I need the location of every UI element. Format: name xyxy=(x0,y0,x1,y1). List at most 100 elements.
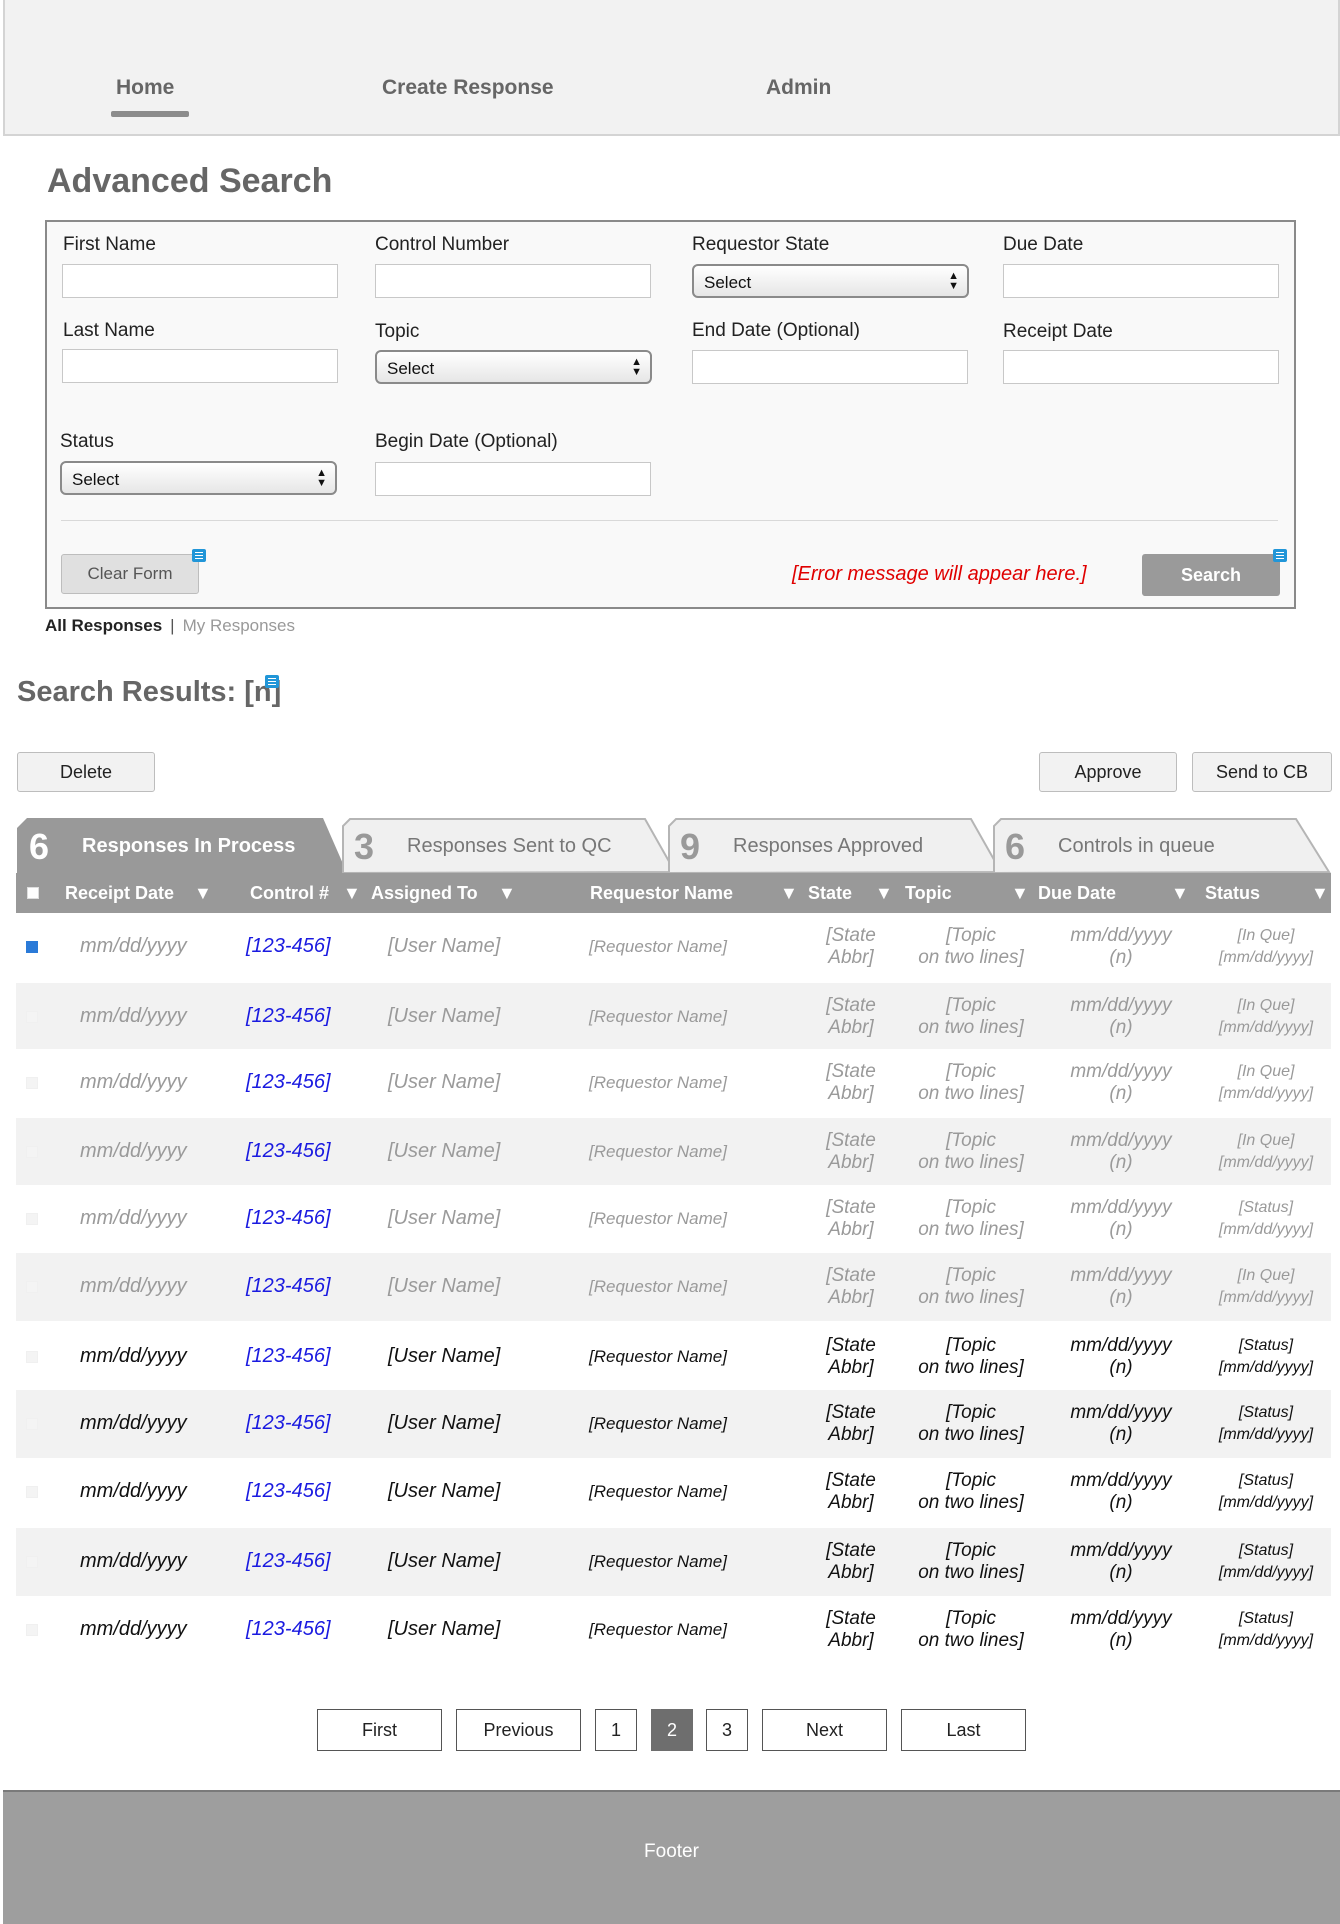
page-first-button[interactable]: First xyxy=(317,1709,442,1751)
table-row[interactable]: mm/dd/yyyy [123-456] [User Name] [Requestor… xyxy=(16,983,1331,1051)
end-date-input[interactable] xyxy=(692,350,968,384)
sort-down-icon[interactable]: ▼ xyxy=(1011,883,1029,904)
col-due-date[interactable]: Due Date xyxy=(1038,883,1116,904)
row-checkbox[interactable] xyxy=(26,1146,38,1158)
table-row[interactable]: mm/dd/yyyy [123-456] [User Name] [Requestor… xyxy=(16,1185,1331,1253)
sort-down-icon[interactable]: ▼ xyxy=(498,883,516,904)
control-number-link[interactable]: [123-456] xyxy=(246,1345,331,1368)
my-responses-link[interactable]: My Responses xyxy=(183,616,295,635)
due-date-line-1: mm/dd/yyyy xyxy=(1070,1265,1172,1286)
sort-down-icon[interactable]: ▼ xyxy=(875,883,893,904)
control-number-link[interactable]: [123-456] xyxy=(246,1480,331,1503)
col-label: Receipt Date xyxy=(65,883,175,903)
receipt-date-input[interactable] xyxy=(1003,350,1279,384)
nav-create-response[interactable]: Create Response xyxy=(382,76,554,100)
row-checkbox[interactable] xyxy=(26,1624,38,1636)
send-to-cb-button[interactable]: Send to CB xyxy=(1192,752,1332,792)
requestor-state-value: Select xyxy=(704,273,752,292)
page-3-button[interactable]: 3 xyxy=(706,1709,748,1751)
page-2-button[interactable]: 2 xyxy=(651,1709,693,1751)
due-date-line-1: mm/dd/yyyy xyxy=(1070,925,1172,946)
due-date-line-2: (n) xyxy=(1109,1152,1133,1173)
col-state[interactable]: State xyxy=(808,883,852,904)
table-row[interactable]: mm/dd/yyyy [123-456] [User Name] [Requestor… xyxy=(16,1118,1331,1186)
status-select[interactable]: Select ▲ ▼ xyxy=(60,461,337,495)
tab-responses-in-process[interactable]: 6 Responses In Process xyxy=(17,818,347,873)
sort-down-icon[interactable]: ▼ xyxy=(1171,883,1189,904)
control-number-link[interactable]: [123-456] xyxy=(246,1275,331,1298)
topic-line-2: on two lines] xyxy=(918,1562,1024,1583)
control-number-link[interactable]: [123-456] xyxy=(246,1412,331,1435)
control-number-link[interactable]: [123-456] xyxy=(246,1071,331,1094)
last-name-input[interactable] xyxy=(62,349,338,383)
all-responses-link[interactable]: All Responses xyxy=(45,616,162,635)
topic-select[interactable]: Select ▲ ▼ xyxy=(375,350,652,384)
control-number-link[interactable]: [123-456] xyxy=(246,1005,331,1028)
due-date-cell: mm/dd/yyyy (n) xyxy=(1046,1608,1196,1652)
tab-count: 3 xyxy=(354,826,375,867)
row-checkbox[interactable] xyxy=(26,1486,38,1498)
page-previous-button[interactable]: Previous xyxy=(456,1709,581,1751)
topic-value: Select xyxy=(387,359,435,378)
control-number-link[interactable]: [123-456] xyxy=(246,1618,331,1641)
row-checkbox[interactable] xyxy=(26,1351,38,1363)
nav-home[interactable]: Home xyxy=(116,76,174,100)
topic-line-2: on two lines] xyxy=(918,1492,1024,1513)
row-checkbox[interactable] xyxy=(26,1077,38,1089)
col-status[interactable]: Status xyxy=(1205,883,1260,904)
sort-down-icon[interactable]: ▼ xyxy=(343,883,361,904)
search-button[interactable]: Search xyxy=(1142,554,1280,596)
requestor-state-select[interactable]: Select ▲ ▼ xyxy=(692,264,969,298)
control-number-input[interactable] xyxy=(375,264,651,298)
sort-down-icon[interactable]: ▼ xyxy=(1311,883,1329,904)
first-name-input[interactable] xyxy=(62,264,338,298)
receipt-date-cell: mm/dd/yyyy xyxy=(80,1140,187,1162)
tab-controls-in-queue[interactable]: 6 Controls in queue xyxy=(993,818,1331,873)
table-row[interactable]: mm/dd/yyyy [123-456] [User Name] [Requestor… xyxy=(16,1323,1331,1391)
col-receipt-date[interactable]: Receipt Date xyxy=(65,883,174,904)
sort-down-icon[interactable]: ▼ xyxy=(194,883,212,904)
table-row[interactable]: mm/dd/yyyy [123-456] [User Name] [Requestor… xyxy=(16,1458,1331,1526)
sort-down-icon[interactable]: ▼ xyxy=(780,883,798,904)
row-checkbox[interactable] xyxy=(26,1418,38,1430)
due-date-line-1: mm/dd/yyyy xyxy=(1070,1197,1172,1218)
page-next-button[interactable]: Next xyxy=(762,1709,887,1751)
page-1-button[interactable]: 1 xyxy=(595,1709,637,1751)
row-checkbox[interactable] xyxy=(26,1281,38,1293)
due-date-line-2: (n) xyxy=(1109,1562,1133,1583)
tab-responses-sent-to-qc[interactable]: 3 Responses Sent to QC xyxy=(342,818,677,873)
row-checkbox[interactable] xyxy=(26,1011,38,1023)
col-requestor-name[interactable]: Requestor Name xyxy=(590,883,733,904)
due-date-input[interactable] xyxy=(1003,264,1279,298)
table-row[interactable]: mm/dd/yyyy [123-456] [User Name] [Requestor… xyxy=(16,1253,1331,1321)
table-row[interactable]: mm/dd/yyyy [123-456] [User Name] [Requestor… xyxy=(16,1390,1331,1458)
control-number-link[interactable]: [123-456] xyxy=(246,1550,331,1573)
topic-line-2: on two lines] xyxy=(918,947,1024,968)
col-topic[interactable]: Topic xyxy=(905,883,952,904)
approve-button[interactable]: Approve xyxy=(1039,752,1177,792)
topic-cell: [Topic on two lines] xyxy=(896,995,1046,1039)
nav-admin[interactable]: Admin xyxy=(766,76,831,100)
state-line-2: Abbr] xyxy=(828,1357,874,1378)
tab-responses-approved[interactable]: 9 Responses Approved xyxy=(668,818,1003,873)
table-row[interactable]: mm/dd/yyyy [123-456] [User Name] [Requestor… xyxy=(16,1528,1331,1596)
col-control-number[interactable]: Control # xyxy=(250,883,329,904)
table-row[interactable]: mm/dd/yyyy [123-456] [User Name] [Requestor… xyxy=(16,1049,1331,1117)
control-number-link[interactable]: [123-456] xyxy=(246,1207,331,1230)
control-number-link[interactable]: [123-456] xyxy=(246,935,331,958)
page-last-button[interactable]: Last xyxy=(901,1709,1026,1751)
row-checkbox[interactable] xyxy=(26,941,38,953)
search-results-title: Search Results: [n] xyxy=(17,676,282,708)
delete-button[interactable]: Delete xyxy=(17,752,155,792)
row-checkbox[interactable] xyxy=(26,1556,38,1568)
table-row[interactable]: mm/dd/yyyy [123-456] [User Name] [Requestor… xyxy=(16,913,1331,981)
table-row[interactable]: mm/dd/yyyy [123-456] [User Name] [Requestor… xyxy=(16,1596,1331,1664)
select-all-checkbox[interactable] xyxy=(27,887,39,899)
control-number-link[interactable]: [123-456] xyxy=(246,1140,331,1163)
col-assigned-to[interactable]: Assigned To xyxy=(371,883,478,904)
row-checkbox[interactable] xyxy=(26,1213,38,1225)
topic-line-1: [Topic xyxy=(946,925,996,946)
assigned-to-cell: [User Name] xyxy=(388,1005,501,1027)
begin-date-input[interactable] xyxy=(375,462,651,496)
clear-form-button[interactable]: Clear Form xyxy=(61,554,199,594)
